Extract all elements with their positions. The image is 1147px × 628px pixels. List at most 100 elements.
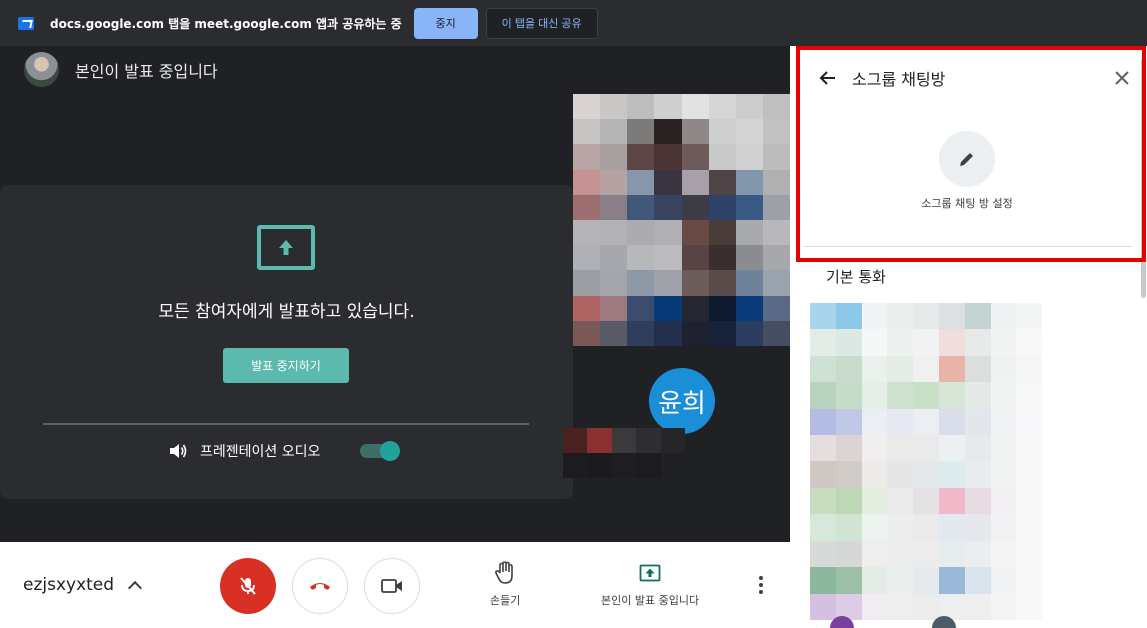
blurred-pixel <box>810 435 836 462</box>
blurred-pixel <box>913 514 939 541</box>
blurred-pixel <box>938 461 965 488</box>
blurred-pixel <box>660 428 685 453</box>
blurred-pixel <box>887 593 914 620</box>
blurred-pixel <box>762 194 790 220</box>
blurred-pixel <box>938 329 965 356</box>
presenter-header: 본인이 발표 중입니다 <box>24 52 218 87</box>
share-this-tab-instead-button[interactable]: 이 탭을 대신 공유 <box>485 7 598 39</box>
blurred-pixel <box>990 329 1017 356</box>
blurred-pixel <box>964 593 991 620</box>
presentation-audio-toggle[interactable] <box>360 441 401 461</box>
blurred-pixel <box>887 514 914 541</box>
blurred-pixel <box>835 567 862 594</box>
blurred-pixel <box>913 487 939 515</box>
divider <box>43 423 529 425</box>
blurred-pixel <box>636 453 661 478</box>
blurred-pixel <box>835 461 862 488</box>
blurred-pixel <box>810 514 836 541</box>
presenting-status-button[interactable]: 본인이 발표 중입니다 <box>601 560 699 608</box>
blurred-pixel <box>861 408 888 436</box>
back-arrow-icon[interactable] <box>818 68 838 88</box>
blurred-pixel <box>835 382 862 409</box>
blurred-pixel <box>681 295 709 321</box>
raise-hand-label: 손들기 <box>490 594 521 607</box>
blurred-pixel <box>1016 487 1043 515</box>
blurred-pixel <box>681 220 709 246</box>
blurred-pixel <box>1042 593 1068 620</box>
blurred-pixel <box>861 593 888 620</box>
blurred-pixel <box>1016 461 1043 488</box>
blurred-pixel <box>611 453 637 478</box>
blurred-pixel <box>654 169 682 195</box>
blurred-pixel <box>964 408 991 436</box>
blurred-pixel <box>611 428 637 453</box>
blurred-pixel <box>681 320 709 346</box>
scrollbar[interactable] <box>1141 58 1146 298</box>
speaker-icon <box>170 444 187 458</box>
blurred-pixel <box>887 540 914 568</box>
blurred-pixel <box>627 94 655 120</box>
stop-presenting-button[interactable]: 발표 중지하기 <box>223 348 349 383</box>
presenting-card: 모든 참여자에게 발표하고 있습니다. 발표 중지하기 프레젠테이션 오디오 <box>0 185 573 499</box>
meeting-details-toggle[interactable]: ezjsxyxted <box>23 575 143 596</box>
blurred-pixel <box>913 303 939 330</box>
blurred-pixel <box>681 194 709 220</box>
presenter-status: 본인이 발표 중입니다 <box>75 61 218 81</box>
blurred-pixel <box>1016 329 1043 356</box>
microphone-toggle-button[interactable] <box>220 558 276 614</box>
blurred-pixel <box>1016 514 1043 541</box>
blurred-pixel <box>861 435 888 462</box>
blurred-pixel <box>600 295 628 321</box>
blurred-pixel <box>600 119 628 145</box>
more-options-icon[interactable] <box>755 576 767 594</box>
blurred-pixel <box>762 144 790 170</box>
edit-breakout-rooms-button[interactable] <box>939 131 995 187</box>
blurred-pixel <box>1016 355 1043 383</box>
blurred-pixel <box>1042 461 1068 488</box>
blurred-pixel <box>990 540 1017 568</box>
blurred-pixel <box>990 355 1017 383</box>
blurred-pixel <box>627 119 655 145</box>
participant-name-tag <box>563 428 685 478</box>
blurred-pixel <box>861 461 888 488</box>
blurred-pixel <box>735 270 763 296</box>
blurred-pixel <box>887 355 914 383</box>
blurred-pixel <box>887 303 914 330</box>
blurred-pixel <box>654 320 682 346</box>
blurred-pixel <box>990 514 1017 541</box>
blurred-pixel <box>835 329 862 356</box>
blurred-pixel <box>708 220 736 246</box>
blurred-pixel <box>735 94 763 120</box>
blurred-pixel <box>708 320 736 346</box>
raise-hand-button[interactable]: 손들기 <box>490 560 520 608</box>
presenting-message: 모든 참여자에게 발표하고 있습니다. <box>158 302 415 322</box>
stop-sharing-button[interactable]: 중지 <box>413 7 478 39</box>
blurred-pixel <box>990 487 1017 515</box>
blurred-pixel <box>964 540 991 568</box>
blurred-pixel <box>573 245 601 271</box>
blurred-pixel <box>990 593 1017 620</box>
panel-header: 소그룹 채팅방 <box>818 66 945 90</box>
blurred-pixel <box>938 408 965 436</box>
blurred-pixel <box>1042 567 1068 594</box>
blurred-pixel <box>861 329 888 356</box>
camera-toggle-button[interactable] <box>364 558 420 614</box>
blurred-pixel <box>573 295 601 321</box>
blurred-pixel <box>964 303 991 330</box>
blurred-pixel <box>913 567 939 594</box>
blurred-pixel <box>681 270 709 296</box>
blurred-pixel <box>708 194 736 220</box>
blurred-pixel <box>636 428 661 453</box>
sharing-message: docs.google.com 탭을 meet.google.com 앱과 공유… <box>50 16 402 31</box>
blurred-pixel <box>735 295 763 321</box>
blurred-pixel <box>887 382 914 409</box>
blurred-pixel <box>654 194 682 220</box>
blurred-pixel <box>835 514 862 541</box>
blurred-pixel <box>708 119 736 145</box>
present-screen-icon <box>257 225 315 270</box>
close-icon[interactable] <box>1112 68 1132 88</box>
leave-call-button[interactable] <box>292 558 348 614</box>
blurred-pixel <box>1016 303 1043 330</box>
blurred-pixel <box>681 119 709 145</box>
blurred-pixel <box>913 540 939 568</box>
